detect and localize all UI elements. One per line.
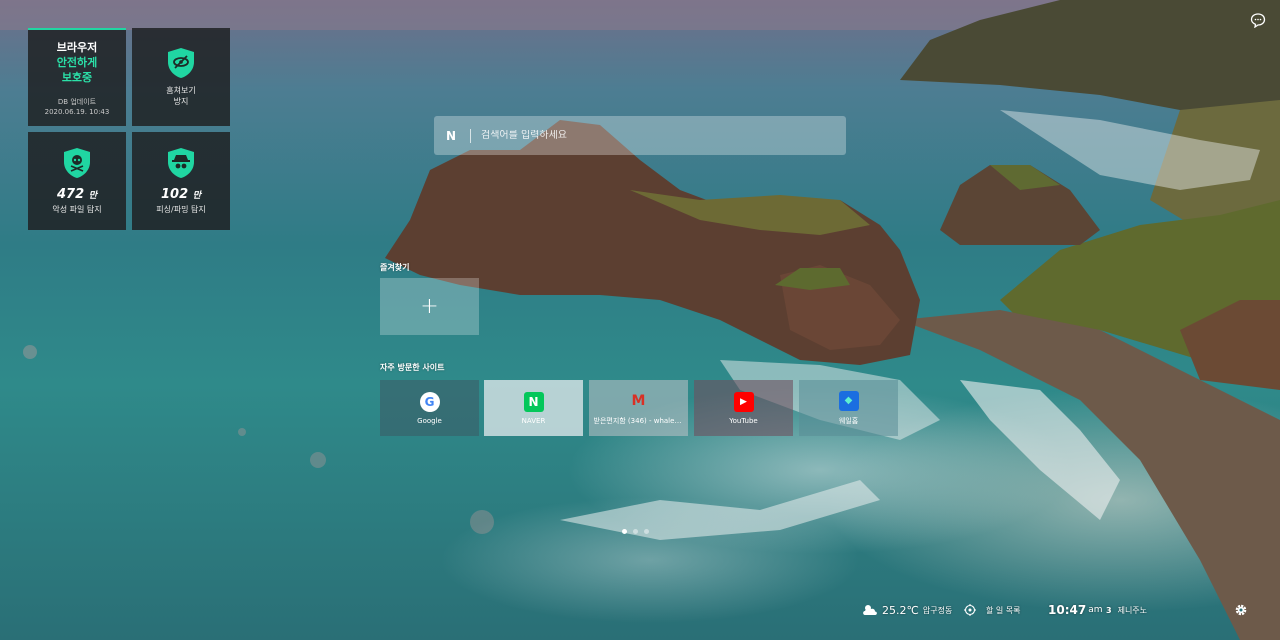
peek-label-line1: 훔쳐보기 (166, 86, 196, 95)
site-label-gmail: 받은편지함 (346) - whalet... (593, 416, 684, 425)
site-tile-youtube[interactable]: ▶ YouTube (694, 380, 793, 436)
search-divider (470, 128, 471, 143)
whale-icon: ◆ (838, 390, 859, 411)
page-dot-1[interactable] (622, 529, 627, 534)
protection-title: 브라우저 (56, 40, 98, 54)
trending-widget[interactable]: 3 제니주노 (1106, 602, 1147, 618)
target-icon (964, 604, 976, 616)
trending-headline: 제니주노 (1117, 605, 1148, 615)
malware-detect-tile[interactable]: 472 만 악성 파일 탐지 (28, 132, 126, 230)
page-dot-2[interactable] (633, 529, 638, 534)
protection-status-line2: 보호중 (61, 70, 93, 84)
site-label-whale: 웨일홈 (838, 416, 859, 425)
plus-icon: + (420, 294, 439, 319)
phishing-label: 피싱/파밍 탐지 (156, 205, 206, 214)
naver-icon: N (523, 391, 544, 412)
todo-label: 할 일 목록 (986, 605, 1021, 615)
gmail-icon: M (631, 392, 646, 409)
site-tile-naver[interactable]: N NAVER (484, 380, 583, 436)
trending-rank: 3 (1106, 605, 1112, 615)
security-widgets: 브라우저 안전하게 보호중 DB 업데이트 2020.06.19. 10:43 … (28, 28, 230, 230)
google-icon: G (419, 391, 440, 412)
cloud-icon (863, 605, 877, 615)
add-favorite-button[interactable]: + (380, 278, 479, 335)
phishing-count: 102 만 (161, 187, 201, 202)
spy-shield-icon (168, 148, 194, 178)
todo-widget[interactable]: 할 일 목록 (964, 602, 1021, 618)
site-label-youtube: YouTube (729, 416, 758, 425)
favorites-label: 즐겨찾기 (380, 263, 410, 272)
phishing-detect-tile[interactable]: 102 만 피싱/파밍 탐지 (132, 132, 230, 230)
malware-count: 472 만 (57, 187, 97, 202)
frequent-sites-label: 자주 방문한 사이트 (380, 363, 445, 372)
browser-protection-tile[interactable]: 브라우저 안전하게 보호중 DB 업데이트 2020.06.19. 10:43 (28, 28, 126, 126)
db-update-label: DB 업데이트 (57, 97, 97, 106)
site-tile-whale[interactable]: ◆ 웨일홈 (799, 380, 898, 436)
site-label-google: Google (417, 416, 442, 425)
eye-off-shield-icon (168, 48, 194, 78)
skull-shield-icon (64, 148, 90, 178)
youtube-icon: ▶ (733, 391, 754, 412)
weather-location: 압구정동 (922, 605, 953, 615)
peek-label-line2: 방지 (173, 97, 189, 106)
chat-bubble-icon[interactable] (1250, 12, 1266, 28)
clock-ampm: am (1088, 605, 1103, 615)
gear-icon[interactable] (1234, 603, 1248, 617)
weather-widget[interactable]: 25.2℃ 압구정동 (862, 602, 952, 618)
site-label-naver: NAVER (521, 416, 546, 425)
db-update-time: 2020.06.19. 10:43 (44, 107, 110, 116)
frequent-sites-list: G Google N NAVER M 받은편지함 (346) - whalet.… (380, 380, 900, 436)
search-input[interactable] (481, 130, 821, 141)
page-dot-3[interactable] (644, 529, 649, 534)
page-indicator (622, 529, 649, 534)
clock-widget: 10:47 am (1048, 602, 1103, 618)
malware-label: 악성 파일 탐지 (52, 205, 102, 214)
search-bar: N (434, 116, 846, 155)
clock-time: 10:47 (1048, 603, 1087, 617)
weather-temp: 25.2℃ (882, 603, 919, 617)
protection-status-line1: 안전하게 (56, 55, 98, 69)
peek-prevention-tile[interactable]: 훔쳐보기 방지 (132, 28, 230, 126)
site-tile-gmail[interactable]: M 받은편지함 (346) - whalet... (589, 380, 688, 436)
naver-n-logo-icon[interactable]: N (446, 129, 458, 143)
site-tile-google[interactable]: G Google (380, 380, 479, 436)
